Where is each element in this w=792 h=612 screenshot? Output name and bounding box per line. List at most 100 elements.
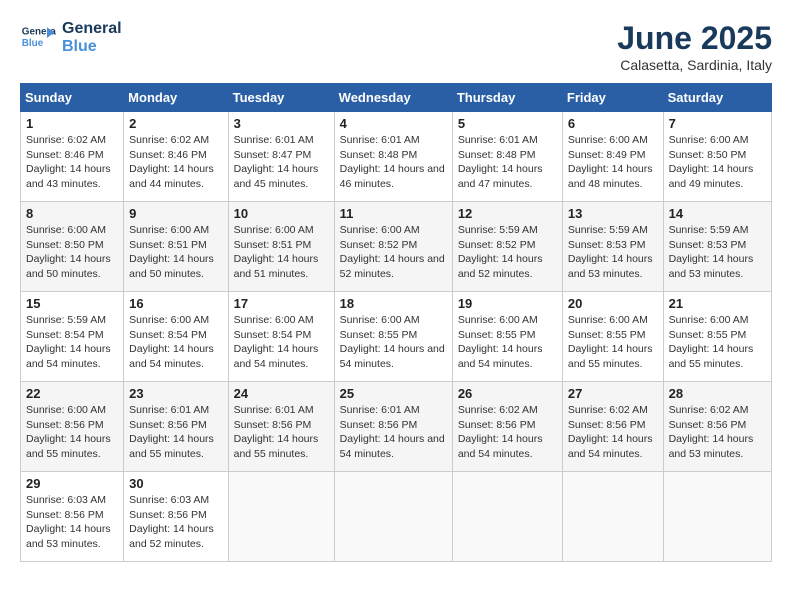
calendar-day-17: 17 Sunrise: 6:00 AMSunset: 8:54 PMDayligh…: [228, 292, 334, 382]
calendar-day-14: 14 Sunrise: 5:59 AMSunset: 8:53 PMDayligh…: [663, 202, 771, 292]
calendar-day-30: 30 Sunrise: 6:03 AMSunset: 8:56 PMDayligh…: [124, 472, 228, 562]
day-number: 19: [458, 296, 557, 311]
day-number: 8: [26, 206, 118, 221]
calendar-day-28: 28Sunrise: 6:02 AMSunset: 8:56 PMDayligh…: [663, 382, 771, 472]
empty-cell: [228, 472, 334, 562]
month-title: June 2025: [617, 20, 772, 57]
calendar-day-9: 9 Sunrise: 6:00 AMSunset: 8:51 PMDaylight…: [124, 202, 228, 292]
day-number: 20: [568, 296, 658, 311]
calendar-day-27: 27 Sunrise: 6:02 AMSunset: 8:56 PMDayligh…: [562, 382, 663, 472]
day-info: Sunrise: 6:03 AMSunset: 8:56 PMDaylight:…: [26, 493, 118, 552]
day-number: 28: [669, 386, 766, 401]
logo-line2: Blue: [62, 38, 122, 56]
day-info: Sunrise: 6:00 AMSunset: 8:55 PMDaylight:…: [568, 313, 658, 372]
day-header-monday: Monday: [124, 84, 228, 112]
empty-cell: [452, 472, 562, 562]
calendar-week-2: 8 Sunrise: 6:00 AMSunset: 8:50 PMDaylight…: [21, 202, 772, 292]
calendar-day-11: 11Sunrise: 6:00 AMSunset: 8:52 PMDayligh…: [334, 202, 452, 292]
calendar-day-8: 8 Sunrise: 6:00 AMSunset: 8:50 PMDaylight…: [21, 202, 124, 292]
day-info: Sunrise: 6:01 AMSunset: 8:48 PMDaylight:…: [458, 133, 557, 192]
day-number: 24: [234, 386, 329, 401]
calendar-day-24: 24 Sunrise: 6:01 AMSunset: 8:56 PMDayligh…: [228, 382, 334, 472]
day-number: 26: [458, 386, 557, 401]
calendar-day-29: 29 Sunrise: 6:03 AMSunset: 8:56 PMDayligh…: [21, 472, 124, 562]
day-info: Sunrise: 6:00 AMSunset: 8:50 PMDaylight:…: [26, 223, 118, 282]
day-info: Sunrise: 6:03 AMSunset: 8:56 PMDaylight:…: [129, 493, 222, 552]
day-info: Sunrise: 6:00 AMSunset: 8:54 PMDaylight:…: [129, 313, 222, 372]
day-info: Sunrise: 6:02 AMSunset: 8:56 PMDaylight:…: [458, 403, 557, 462]
day-info: Sunrise: 6:02 AMSunset: 8:46 PMDaylight:…: [26, 133, 118, 192]
day-info: Sunrise: 6:00 AMSunset: 8:51 PMDaylight:…: [129, 223, 222, 282]
calendar-day-15: 15Sunrise: 5:59 AMSunset: 8:54 PMDayligh…: [21, 292, 124, 382]
day-info: Sunrise: 6:01 AMSunset: 8:56 PMDaylight:…: [234, 403, 329, 462]
calendar-day-19: 19Sunrise: 6:00 AMSunset: 8:55 PMDayligh…: [452, 292, 562, 382]
day-info: Sunrise: 6:00 AMSunset: 8:49 PMDaylight:…: [568, 133, 658, 192]
day-info: Sunrise: 6:01 AMSunset: 8:48 PMDaylight:…: [340, 133, 447, 192]
location: Calasetta, Sardinia, Italy: [617, 57, 772, 73]
calendar-week-3: 15Sunrise: 5:59 AMSunset: 8:54 PMDayligh…: [21, 292, 772, 382]
logo-icon: General Blue: [20, 20, 56, 56]
calendar-day-7: 7 Sunrise: 6:00 AMSunset: 8:50 PMDaylight…: [663, 112, 771, 202]
day-number: 17: [234, 296, 329, 311]
calendar-day-10: 10Sunrise: 6:00 AMSunset: 8:51 PMDayligh…: [228, 202, 334, 292]
day-info: Sunrise: 6:00 AMSunset: 8:50 PMDaylight:…: [669, 133, 766, 192]
day-number: 14: [669, 206, 766, 221]
day-number: 18: [340, 296, 447, 311]
day-number: 6: [568, 116, 658, 131]
day-info: Sunrise: 5:59 AMSunset: 8:54 PMDaylight:…: [26, 313, 118, 372]
calendar-week-1: 1 Sunrise: 6:02 AMSunset: 8:46 PMDaylight…: [21, 112, 772, 202]
calendar-day-13: 13Sunrise: 5:59 AMSunset: 8:53 PMDayligh…: [562, 202, 663, 292]
calendar-day-6: 6 Sunrise: 6:00 AMSunset: 8:49 PMDaylight…: [562, 112, 663, 202]
day-number: 2: [129, 116, 222, 131]
svg-text:Blue: Blue: [22, 38, 44, 49]
calendar-day-4: 4 Sunrise: 6:01 AMSunset: 8:48 PMDaylight…: [334, 112, 452, 202]
empty-cell: [663, 472, 771, 562]
day-number: 16: [129, 296, 222, 311]
day-number: 21: [669, 296, 766, 311]
empty-cell: [562, 472, 663, 562]
calendar-table: SundayMondayTuesdayWednesdayThursdayFrid…: [20, 83, 772, 562]
calendar-day-2: 2Sunrise: 6:02 AMSunset: 8:46 PMDaylight…: [124, 112, 228, 202]
day-info: Sunrise: 6:00 AMSunset: 8:52 PMDaylight:…: [340, 223, 447, 282]
day-header-saturday: Saturday: [663, 84, 771, 112]
day-header-thursday: Thursday: [452, 84, 562, 112]
day-info: Sunrise: 6:01 AMSunset: 8:56 PMDaylight:…: [129, 403, 222, 462]
day-header-tuesday: Tuesday: [228, 84, 334, 112]
calendar-week-5: 29 Sunrise: 6:03 AMSunset: 8:56 PMDayligh…: [21, 472, 772, 562]
calendar-day-25: 25 Sunrise: 6:01 AMSunset: 8:56 PMDayligh…: [334, 382, 452, 472]
day-info: Sunrise: 6:01 AMSunset: 8:56 PMDaylight:…: [340, 403, 447, 462]
calendar-day-16: 16 Sunrise: 6:00 AMSunset: 8:54 PMDayligh…: [124, 292, 228, 382]
day-info: Sunrise: 5:59 AMSunset: 8:53 PMDaylight:…: [568, 223, 658, 282]
day-number: 29: [26, 476, 118, 491]
calendar-day-23: 23 Sunrise: 6:01 AMSunset: 8:56 PMDayligh…: [124, 382, 228, 472]
day-header-friday: Friday: [562, 84, 663, 112]
calendar-day-12: 12Sunrise: 5:59 AMSunset: 8:52 PMDayligh…: [452, 202, 562, 292]
day-number: 7: [669, 116, 766, 131]
logo-line1: General: [62, 20, 122, 38]
page-header: General Blue General Blue June 2025 Cala…: [20, 20, 772, 73]
calendar-day-1: 1 Sunrise: 6:02 AMSunset: 8:46 PMDaylight…: [21, 112, 124, 202]
day-number: 22: [26, 386, 118, 401]
day-number: 3: [234, 116, 329, 131]
day-info: Sunrise: 6:01 AMSunset: 8:47 PMDaylight:…: [234, 133, 329, 192]
day-number: 27: [568, 386, 658, 401]
calendar-day-3: 3 Sunrise: 6:01 AMSunset: 8:47 PMDaylight…: [228, 112, 334, 202]
day-number: 5: [458, 116, 557, 131]
day-info: Sunrise: 6:00 AMSunset: 8:54 PMDaylight:…: [234, 313, 329, 372]
empty-cell: [334, 472, 452, 562]
day-info: Sunrise: 5:59 AMSunset: 8:53 PMDaylight:…: [669, 223, 766, 282]
day-info: Sunrise: 6:00 AMSunset: 8:55 PMDaylight:…: [340, 313, 447, 372]
day-info: Sunrise: 5:59 AMSunset: 8:52 PMDaylight:…: [458, 223, 557, 282]
day-number: 25: [340, 386, 447, 401]
day-number: 23: [129, 386, 222, 401]
day-number: 10: [234, 206, 329, 221]
day-number: 1: [26, 116, 118, 131]
day-header-wednesday: Wednesday: [334, 84, 452, 112]
day-info: Sunrise: 6:02 AMSunset: 8:56 PMDaylight:…: [568, 403, 658, 462]
calendar-day-18: 18 Sunrise: 6:00 AMSunset: 8:55 PMDayligh…: [334, 292, 452, 382]
day-number: 4: [340, 116, 447, 131]
calendar-day-21: 21Sunrise: 6:00 AMSunset: 8:55 PMDayligh…: [663, 292, 771, 382]
day-header-sunday: Sunday: [21, 84, 124, 112]
day-number: 30: [129, 476, 222, 491]
day-number: 9: [129, 206, 222, 221]
